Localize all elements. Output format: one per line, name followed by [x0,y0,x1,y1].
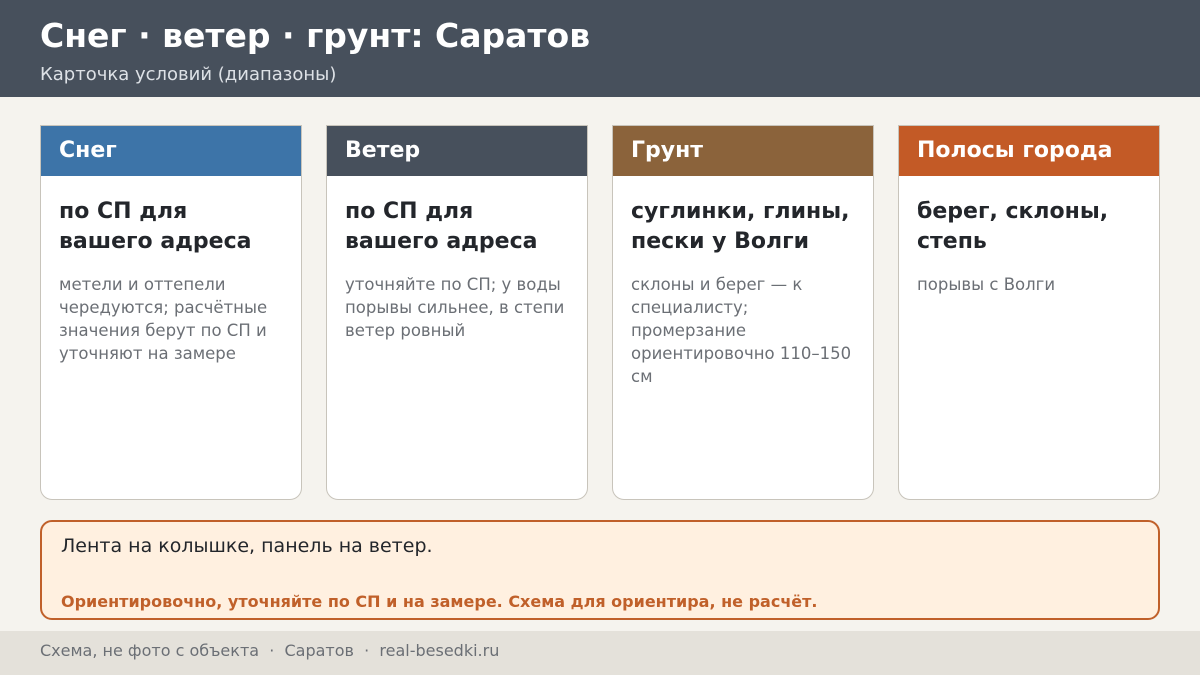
footer-bar: Схема, не фото с объекта · Саратов · rea… [0,631,1200,675]
card-city-zones: Полосы города берег, склоны, степь порыв… [898,125,1160,500]
card-note: уточняйте по СП; у воды порывы сильнее, … [345,275,565,340]
disclaimer-text: Ориентировочно, уточняйте по СП и на зам… [61,592,818,611]
card-header: Ветер [327,126,587,176]
card-header: Грунт [613,126,873,176]
card-snow: Снег по СП для вашего адреса метели и от… [40,125,302,500]
card-value: по СП для вашего адреса [59,199,252,254]
footer-text: Схема, не фото с объекта · Саратов · rea… [40,641,500,660]
card-note: склоны и берег — к специалисту; промерза… [631,275,852,386]
note-box: Лента на колышке, панель на ветер. Ориен… [40,520,1160,620]
page-subtitle: Карточка условий (диапазоны) [40,64,337,85]
card-header: Полосы города [899,126,1159,176]
note-text: Лента на колышке, панель на ветер. [61,535,433,557]
card-note: метели и оттепели чередуются; расчётные … [59,275,268,363]
card-soil: Грунт суглинки, глины, пески у Волги скл… [612,125,874,500]
card-note: порывы с Волги [917,275,1056,294]
card-header: Снег [41,126,301,176]
card-value: берег, склоны, степь [917,199,1109,254]
page-title: Снег · ветер · грунт: Саратов [40,16,591,55]
card-value: суглинки, глины, пески у Волги [631,199,850,254]
card-value: по СП для вашего адреса [345,199,538,254]
card-wind: Ветер по СП для вашего адреса уточняйте … [326,125,588,500]
header-bar: Снег · ветер · грунт: Саратов Карточка у… [0,0,1200,97]
